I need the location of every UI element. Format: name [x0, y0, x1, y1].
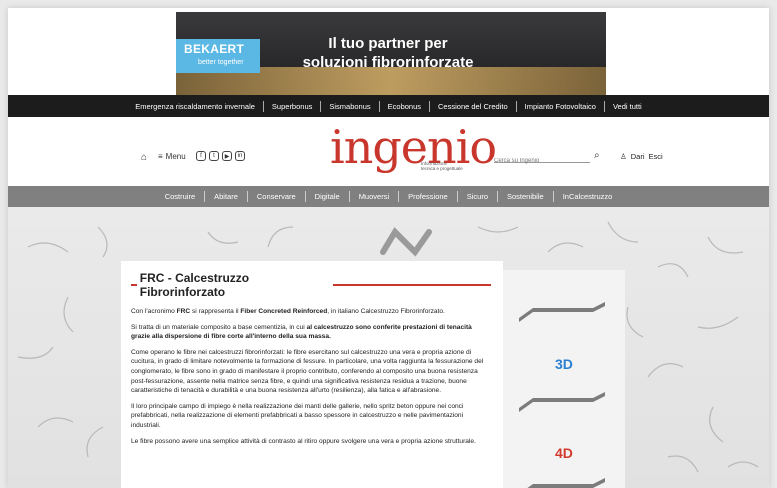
twitter-icon[interactable]: t	[209, 151, 219, 161]
label-4d: 4D	[555, 445, 573, 461]
site-logo[interactable]: ingenio	[330, 124, 497, 170]
topnav-item-all[interactable]: Vedi tutti	[605, 102, 650, 111]
home-icon[interactable]: ⌂	[141, 152, 147, 163]
topnav-item[interactable]: Emergenza riscaldamento invernale	[127, 102, 263, 111]
user-icon[interactable]: ♙	[620, 152, 627, 161]
topnav-item[interactable]: Cessione del Credito	[430, 102, 516, 111]
user-name-link[interactable]: Dari	[631, 152, 645, 161]
text-bold: FRC	[176, 308, 191, 315]
site-logo-subtitle: Informazione tecnica e progettuale	[421, 161, 463, 171]
fiber-image	[527, 478, 605, 488]
catnav-item[interactable]: Conservare	[248, 192, 305, 201]
topnav-item[interactable]: Superbonus	[264, 102, 320, 111]
user-area: ♙ Dari Esci	[620, 152, 663, 161]
search-input[interactable]	[494, 158, 584, 164]
catnav-item[interactable]: Professione	[399, 192, 457, 201]
menu-label: Menu	[165, 152, 186, 161]
ad-brand: BEKAERT	[184, 42, 245, 56]
title-rule-left	[131, 284, 137, 286]
search-icon[interactable]: ⌕	[594, 150, 600, 161]
catnav-item[interactable]: Muoversi	[350, 192, 398, 201]
top-nav: Emergenza riscaldamento invernale Superb…	[8, 95, 769, 117]
text-bold: Fiber Concreted Reinforced	[240, 308, 328, 315]
text-run: , in italiano Calcestruzzo Fibrorinforza…	[327, 308, 445, 315]
fiber-gallery: 3D 4D	[503, 270, 625, 488]
article-paragraph-5: Le fibre possono avere una semplice atti…	[131, 437, 476, 445]
hamburger-icon: ≡	[158, 152, 163, 161]
title-rule-right	[332, 284, 491, 286]
text-run: Si tratta di un materiale composito a ba…	[131, 323, 307, 331]
ad-headline: Il tuo partner per soluzioni fibrorinfor…	[288, 34, 488, 72]
text-run: Con l'acronimo	[131, 308, 177, 315]
ad-headline-line2: soluzioni fibrorinforzate	[302, 54, 474, 71]
article-paragraph-2: Si tratta di un materiale composito a ba…	[131, 323, 491, 342]
facebook-icon[interactable]: f	[196, 151, 206, 161]
fiber-image	[519, 392, 605, 412]
ad-tagline: better together	[198, 59, 244, 66]
catnav-item[interactable]: Costruire	[156, 192, 204, 201]
bekaert-logo: BEKAERT better together	[176, 39, 260, 73]
topnav-item[interactable]: Impianto Fotovoltaico	[517, 102, 604, 111]
ad-headline-line1: Il tuo partner per	[328, 35, 448, 52]
text-run: si rappresenta il	[190, 308, 241, 315]
logout-link[interactable]: Esci	[649, 152, 663, 161]
article-card: FRC - Calcestruzzo Fibrorinforzato Con l…	[121, 261, 503, 488]
linkedin-icon[interactable]: in	[235, 151, 245, 161]
search-box	[494, 149, 590, 164]
category-nav: Costruire Abitare Conservare Digitale Mu…	[8, 186, 769, 207]
article-paragraph-4: Il loro principale campo di impiego è ne…	[131, 402, 464, 429]
social-links: f t ▶ in	[196, 151, 245, 161]
catnav-item[interactable]: Digitale	[306, 192, 349, 201]
fiber-image	[519, 302, 605, 322]
ad-banner[interactable]: BEKAERT better together Il tuo partner p…	[176, 12, 606, 95]
page-frame: BEKAERT better together Il tuo partner p…	[8, 8, 769, 488]
article-title: FRC - Calcestruzzo Fibrorinforzato	[139, 271, 250, 299]
label-3d: 3D	[555, 356, 573, 372]
site-header: ⌂ ≡ Menu f t ▶ in ingenio Informazione t…	[8, 117, 769, 185]
logo-sub-line2: tecnica e progettuale	[421, 166, 463, 171]
article-title-row: FRC - Calcestruzzo Fibrorinforzato	[131, 271, 491, 299]
topnav-item[interactable]: Ecobonus	[380, 102, 429, 111]
catnav-item[interactable]: Sicuro	[458, 192, 497, 201]
article-paragraph-1: Con l'acronimo FRC si rappresenta il Fib…	[131, 307, 491, 317]
topnav-item[interactable]: Sismabonus	[321, 102, 378, 111]
catnav-item[interactable]: InCalcestruzzo	[554, 192, 622, 201]
catnav-item[interactable]: Abitare	[205, 192, 247, 201]
catnav-item[interactable]: Sostenibile	[498, 192, 553, 201]
menu-button[interactable]: ≡ Menu	[158, 152, 186, 161]
youtube-icon[interactable]: ▶	[222, 151, 232, 161]
article-paragraph-3: Come operano le fibre nei calcestruzzi f…	[131, 348, 484, 395]
